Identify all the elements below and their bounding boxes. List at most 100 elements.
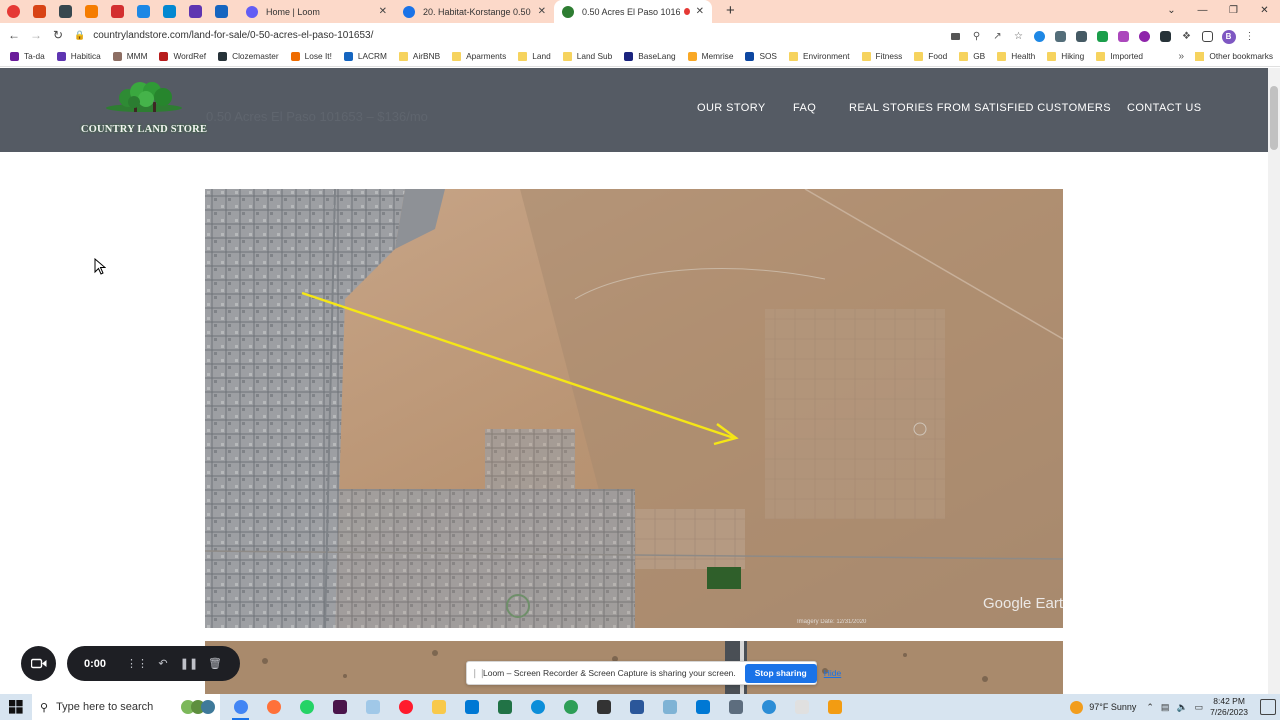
nav-faq[interactable]: FAQ (793, 102, 816, 114)
extension-4-icon[interactable] (1092, 26, 1113, 47)
extension-5-icon[interactable] (1113, 26, 1134, 47)
extensions-puzzle-icon[interactable]: ❖ (1176, 26, 1197, 47)
volume-icon[interactable]: 🔈 (1176, 702, 1187, 713)
bookmark-item[interactable]: Land Sub (562, 51, 612, 61)
taskbar-app[interactable] (521, 694, 554, 720)
bookmark-item[interactable]: Lose It! (290, 51, 332, 61)
taskbar-search[interactable]: ⚲ Type here to search (32, 694, 220, 720)
close-tab-icon[interactable]: ✕ (696, 6, 704, 17)
taskbar-app[interactable] (389, 694, 422, 720)
other-bookmarks[interactable]: Other bookmarks (1195, 51, 1273, 61)
taskbar-app[interactable] (488, 694, 521, 720)
taskbar-app[interactable] (422, 694, 455, 720)
share-icon[interactable]: ↗ (987, 26, 1008, 47)
pinned-tab[interactable] (130, 0, 156, 23)
bookmark-item[interactable]: Food (914, 51, 947, 61)
taskbar-app[interactable] (587, 694, 620, 720)
extension-1-icon[interactable] (1029, 26, 1050, 47)
clock[interactable]: 8:42 PM 7/26/2023 (1210, 696, 1248, 718)
reload-icon[interactable]: ↻ (47, 28, 69, 42)
bookmark-item[interactable]: Hiking (1047, 51, 1084, 61)
bookmark-item[interactable]: Fitness (861, 51, 902, 61)
browser-tab[interactable]: Home | Loom ✕ (238, 0, 395, 23)
extension-7-icon[interactable] (1155, 26, 1176, 47)
scrollbar-thumb[interactable] (1270, 86, 1278, 150)
hide-link[interactable]: Hide (824, 668, 841, 678)
network-icon[interactable]: ▤ (1161, 702, 1170, 713)
bookmark-item[interactable]: WordRef (159, 51, 206, 61)
new-tab-button[interactable]: + (726, 0, 735, 23)
bookmark-item[interactable]: Health (997, 51, 1035, 61)
taskbar-app[interactable] (752, 694, 785, 720)
bookmark-item[interactable]: Ta-da (10, 51, 45, 61)
taskbar-app[interactable] (686, 694, 719, 720)
drag-handle-icon[interactable]: ❘❘ (471, 668, 486, 679)
loom-camera-button[interactable] (21, 646, 56, 681)
logo-text[interactable]: COUNTRY LAND STORE (80, 124, 208, 135)
taskbar-app[interactable] (455, 694, 488, 720)
pinned-tab[interactable] (104, 0, 130, 23)
bookmark-item[interactable]: Habitica (56, 51, 101, 61)
bookmark-item[interactable]: Imported (1096, 51, 1143, 61)
start-button[interactable] (0, 694, 32, 720)
taskbar-app[interactable] (554, 694, 587, 720)
bookmark-item[interactable]: GB (959, 51, 985, 61)
bookmark-item[interactable]: AirBNB (398, 51, 440, 61)
browser-tab[interactable]: 20. Habitat-Korstange 0.50 Acres ✕ (395, 0, 554, 23)
chevron-up-icon[interactable]: ⌃ (1146, 702, 1154, 713)
lock-icon[interactable]: 🔒 (74, 30, 85, 41)
close-tab-icon[interactable]: ✕ (379, 6, 387, 17)
forward-icon[interactable]: → (25, 28, 47, 42)
side-panel-icon[interactable] (1197, 26, 1218, 47)
bookmark-item[interactable]: Clozemaster (218, 51, 279, 61)
taskbar-app[interactable] (356, 694, 389, 720)
close-window-button[interactable]: ✕ (1249, 0, 1280, 23)
taskbar-app[interactable] (719, 694, 752, 720)
bookmark-item[interactable]: SOS (745, 51, 777, 61)
bookmark-item[interactable]: Land (518, 51, 551, 61)
zoom-icon[interactable]: ⚲ (966, 26, 987, 47)
nav-real-stories[interactable]: REAL STORIES FROM SATISFIED CUSTOMERS (849, 102, 1111, 114)
url-text[interactable]: countrylandstore.com/land-for-sale/0-50-… (93, 30, 373, 41)
taskbar-app[interactable] (620, 694, 653, 720)
pinned-tab[interactable] (26, 0, 52, 23)
taskbar-app[interactable] (257, 694, 290, 720)
pause-icon[interactable]: ❚❚ (176, 657, 202, 670)
more-bookmarks-icon[interactable]: » (1178, 51, 1184, 62)
bookmark-item[interactable]: Aparments (452, 51, 506, 61)
pinned-tab[interactable] (208, 0, 234, 23)
bookmark-item[interactable]: LACRM (343, 51, 387, 61)
browser-tab[interactable]: 0.50 Acres El Paso 101653 - ✕ (554, 0, 712, 23)
stop-sharing-button[interactable]: Stop sharing (744, 663, 817, 683)
taskbar-app[interactable] (785, 694, 818, 720)
pinned-tab[interactable] (52, 0, 78, 23)
address-bar[interactable]: 🔒 countrylandstore.com/land-for-sale/0-5… (74, 25, 1264, 45)
nav-contact-us[interactable]: CONTACT US (1127, 102, 1202, 114)
pinned-tab[interactable] (0, 0, 26, 23)
profile-avatar[interactable]: B (1218, 26, 1239, 47)
taskbar-app[interactable] (818, 694, 851, 720)
taskbar-app[interactable] (224, 694, 257, 720)
drawing-grid-icon[interactable]: ⋮⋮ (124, 657, 150, 670)
delete-icon[interactable]: 🗑 (202, 657, 228, 670)
bookmark-item[interactable]: Environment (788, 51, 850, 61)
bookmark-star-icon[interactable]: ☆ (1008, 26, 1029, 47)
pinned-tab[interactable] (78, 0, 104, 23)
battery-icon[interactable]: ▭ (1195, 702, 1204, 713)
tab-search-button[interactable]: ⌄ (1156, 0, 1187, 23)
bookmark-item[interactable]: MMM (112, 51, 147, 61)
close-tab-icon[interactable]: ✕ (538, 6, 546, 17)
taskbar-app[interactable] (653, 694, 686, 720)
extension-6-icon[interactable] (1134, 26, 1155, 47)
minimize-button[interactable]: — (1187, 0, 1218, 23)
bookmark-item[interactable]: BaseLang (624, 51, 676, 61)
camera-icon[interactable] (945, 26, 966, 47)
weather-text[interactable]: 97°F Sunny (1089, 702, 1136, 712)
notifications-icon[interactable] (1260, 699, 1276, 715)
pinned-tab[interactable] (156, 0, 182, 23)
extension-3-icon[interactable] (1071, 26, 1092, 47)
back-icon[interactable]: ← (3, 28, 25, 42)
extension-2-icon[interactable] (1050, 26, 1071, 47)
taskbar-app[interactable] (290, 694, 323, 720)
taskbar-app[interactable] (323, 694, 356, 720)
